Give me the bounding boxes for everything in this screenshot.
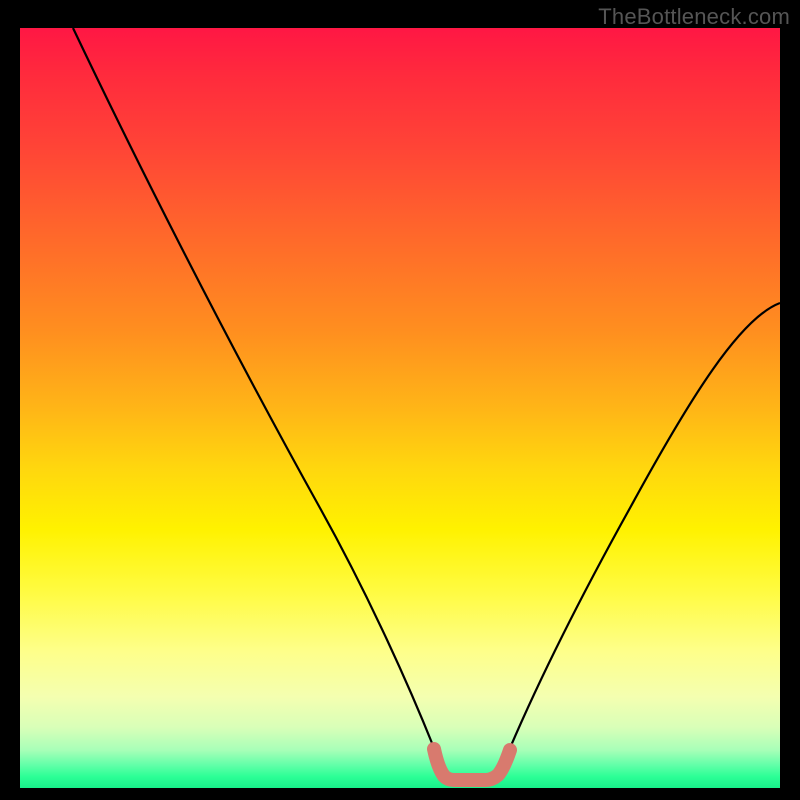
chart-overlay <box>20 28 780 788</box>
chart-frame: TheBottleneck.com <box>0 0 800 800</box>
bottleneck-curve-path <box>73 28 780 779</box>
plot-area <box>20 28 780 788</box>
optimal-range-marker-path <box>434 749 510 780</box>
watermark-text: TheBottleneck.com <box>598 4 790 30</box>
